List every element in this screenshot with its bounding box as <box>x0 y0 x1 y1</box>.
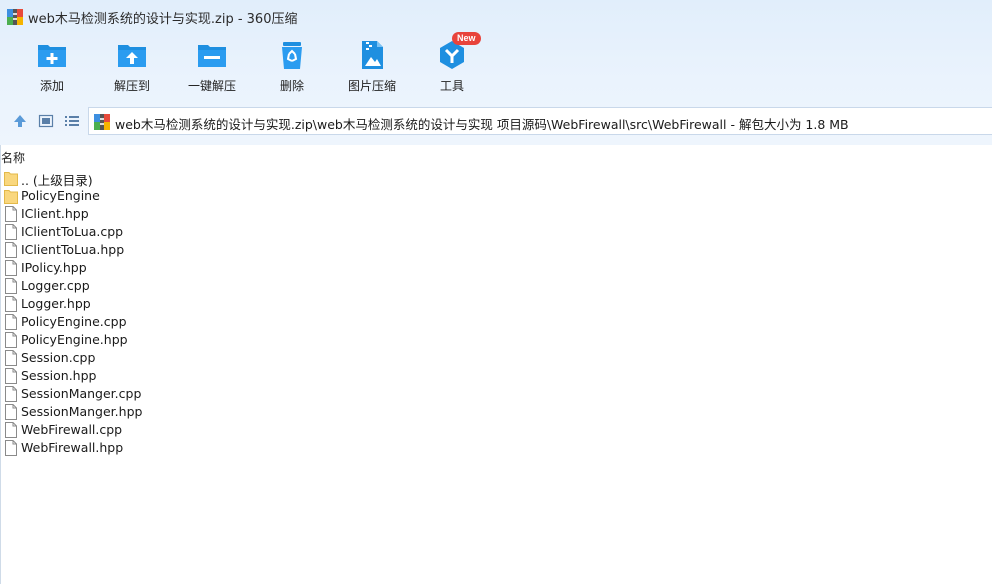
file-icon <box>5 404 17 420</box>
delete-button[interactable]: 删除 <box>252 36 332 98</box>
file-name: WebFirewall.cpp <box>21 422 123 437</box>
file-name: IClientToLua.hpp <box>21 242 125 257</box>
one-click-extract-label: 一键解压 <box>187 79 236 93</box>
file-list: .. (上级目录) PolicyEngine IClient.hpp IClientT… <box>0 169 992 457</box>
file-icon <box>5 332 17 348</box>
file-icon <box>5 386 17 402</box>
path-bar[interactable]: web木马检测系统的设计与实现.zip\web木马检测系统的设计与实现 项目源码… <box>88 107 992 135</box>
file-row[interactable]: IClientToLua.hpp <box>0 241 992 259</box>
file-icon <box>5 206 17 222</box>
thumbnail-view-icon[interactable] <box>38 113 54 129</box>
image-compress-label: 图片压缩 <box>347 79 396 93</box>
folder-minus-icon <box>198 45 226 67</box>
folder-icon <box>4 172 18 186</box>
file-icon <box>5 350 17 366</box>
add-button[interactable]: 添加 <box>12 36 92 98</box>
tools-label: 工具 <box>439 79 464 93</box>
delete-label: 删除 <box>279 79 304 93</box>
folder-row[interactable]: PolicyEngine <box>0 187 992 205</box>
file-name: WebFirewall.hpp <box>21 440 124 455</box>
file-row[interactable]: WebFirewall.hpp <box>0 439 992 457</box>
navigation-row: web木马检测系统的设计与实现.zip\web木马检测系统的设计与实现 项目源码… <box>0 106 992 136</box>
file-row[interactable]: WebFirewall.cpp <box>0 421 992 439</box>
file-name: Session.cpp <box>21 350 96 365</box>
folder-add-icon <box>38 45 66 67</box>
file-row[interactable]: Logger.cpp <box>0 277 992 295</box>
archive-icon <box>94 114 110 130</box>
file-icon <box>5 422 17 438</box>
file-name: IPolicy.hpp <box>21 260 87 275</box>
folder-row[interactable]: .. (上级目录) <box>0 169 992 188</box>
extract-to-button[interactable]: 解压到 <box>92 36 172 98</box>
file-name: Logger.cpp <box>21 278 90 293</box>
file-row[interactable]: IPolicy.hpp <box>0 259 992 277</box>
file-row[interactable]: PolicyEngine.cpp <box>0 313 992 331</box>
file-row[interactable]: Logger.hpp <box>0 295 992 313</box>
file-row[interactable]: IClientToLua.cpp <box>0 223 992 241</box>
toolbar: 添加 解压到 一键解压 删除 图片压缩 New 工具 <box>0 32 992 98</box>
recycle-bin-icon <box>282 42 302 69</box>
file-icon <box>5 224 17 240</box>
folder-icon <box>4 190 18 204</box>
column-header-name[interactable]: 名称 <box>1 149 25 166</box>
file-row[interactable]: Session.cpp <box>0 349 992 367</box>
folder-extract-icon <box>118 45 146 67</box>
file-name: SessionManger.hpp <box>21 404 143 419</box>
file-name: IClient.hpp <box>21 206 89 221</box>
file-name: PolicyEngine.cpp <box>21 314 127 329</box>
title-bar: web木马检测系统的设计与实现.zip - 360压缩 <box>0 0 992 32</box>
file-name: IClientToLua.cpp <box>21 224 124 239</box>
file-icon <box>5 260 17 276</box>
file-icon <box>5 314 17 330</box>
one-click-extract-button[interactable]: 一键解压 <box>172 36 252 98</box>
new-badge: New <box>452 32 481 45</box>
add-label: 添加 <box>39 79 64 93</box>
list-view-icon[interactable] <box>64 113 80 129</box>
extract-to-label: 解压到 <box>113 79 150 93</box>
file-name: PolicyEngine.hpp <box>21 332 128 347</box>
tools-button[interactable]: New 工具 <box>412 32 492 98</box>
file-icon <box>5 296 17 312</box>
path-text: web木马检测系统的设计与实现.zip\web木马检测系统的设计与实现 项目源码… <box>115 117 849 132</box>
file-icon <box>5 278 17 294</box>
file-icon <box>5 368 17 384</box>
file-name: PolicyEngine <box>21 188 100 203</box>
file-row[interactable]: SessionManger.cpp <box>0 385 992 403</box>
archive-app-icon <box>7 9 23 25</box>
image-compress-button[interactable]: 图片压缩 <box>332 36 412 98</box>
image-compress-icon <box>362 41 383 69</box>
file-icon <box>5 440 17 456</box>
file-row[interactable]: IClient.hpp <box>0 205 992 223</box>
file-name: Logger.hpp <box>21 296 91 311</box>
column-header: 名称 <box>0 148 992 166</box>
file-name: Session.hpp <box>21 368 97 383</box>
file-row[interactable]: SessionManger.hpp <box>0 403 992 421</box>
file-name: SessionManger.cpp <box>21 386 142 401</box>
file-row[interactable]: Session.hpp <box>0 367 992 385</box>
file-icon <box>5 242 17 258</box>
file-row[interactable]: PolicyEngine.hpp <box>0 331 992 349</box>
window-title: web木马检测系统的设计与实现.zip - 360压缩 <box>28 12 298 27</box>
up-arrow-icon[interactable] <box>12 113 28 129</box>
